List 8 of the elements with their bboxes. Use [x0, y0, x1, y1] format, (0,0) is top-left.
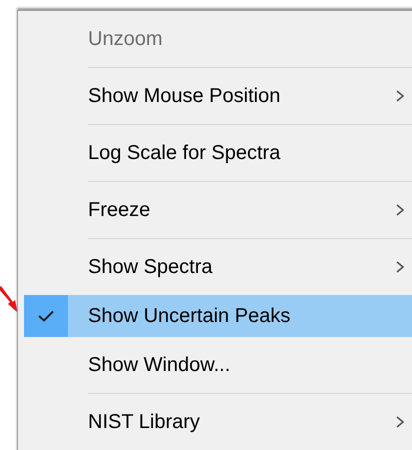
pointer-arrow: [0, 284, 20, 314]
menu-item[interactable]: Log Scale for Spectra: [24, 129, 412, 177]
menu-item[interactable]: Show Uncertain Peaks: [24, 295, 412, 337]
menu-item[interactable]: Show Spectra: [24, 243, 412, 291]
menu-item[interactable]: Show Window...: [24, 341, 412, 389]
menu-item[interactable]: Freeze: [24, 186, 412, 234]
menu-item[interactable]: NIST Library: [24, 398, 412, 446]
menu-item[interactable]: Show Mouse Position: [24, 72, 412, 120]
